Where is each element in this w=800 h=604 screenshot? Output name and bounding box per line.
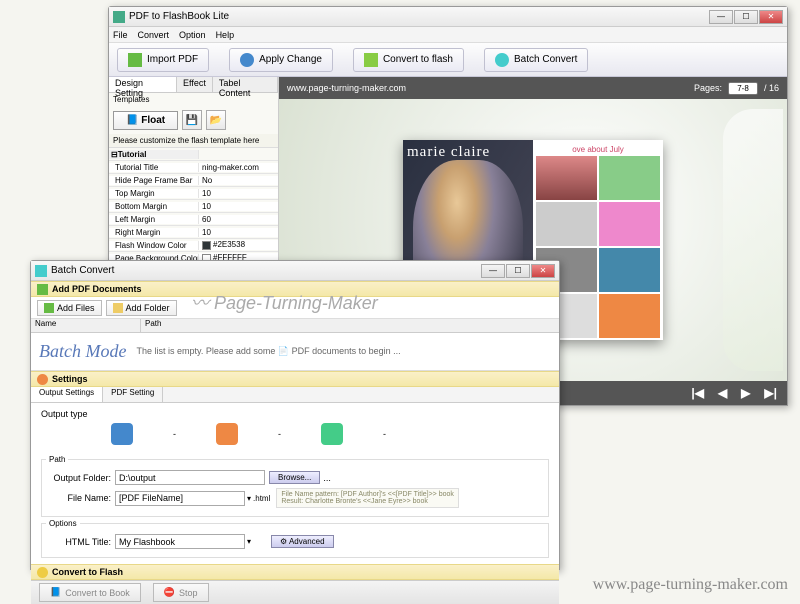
minimize-button[interactable]: —: [709, 10, 733, 24]
file-list-body: Batch Mode The list is empty. Please add…: [31, 333, 559, 371]
batch-minimize-button[interactable]: —: [481, 264, 505, 278]
gear-icon: [37, 374, 48, 385]
file-name-label: File Name:: [46, 493, 111, 503]
html-title-label: HTML Title:: [46, 537, 111, 547]
batch-title: Batch Convert: [51, 265, 114, 276]
first-page-button[interactable]: |◀: [691, 386, 704, 400]
app-icon: [113, 11, 125, 23]
add-folder-icon: [113, 303, 123, 313]
property-row[interactable]: Left Margin60: [109, 213, 278, 226]
window-title: PDF to FlashBook Lite: [129, 11, 229, 22]
batch-icon: [495, 53, 509, 67]
path-fieldset: Path Output Folder: Browse...... File Na…: [41, 455, 549, 517]
menu-help[interactable]: Help: [216, 30, 235, 40]
next-page-button[interactable]: ▶: [741, 386, 750, 400]
file-name-input[interactable]: [115, 491, 245, 506]
add-folder-button[interactable]: Add Folder: [106, 300, 177, 316]
settings-section: Settings: [31, 371, 559, 387]
menu-option[interactable]: Option: [179, 30, 206, 40]
last-page-button[interactable]: ▶|: [764, 386, 777, 400]
tab-effect[interactable]: Effect: [177, 77, 213, 92]
magazine-right-headline: ove about July: [536, 145, 660, 154]
template-row: 📘 Float 💾 📂: [109, 106, 278, 134]
property-row[interactable]: Flash Window Color#2E3538: [109, 239, 278, 252]
import-icon: [128, 53, 142, 67]
apply-change-button[interactable]: Apply Change: [229, 48, 333, 72]
menubar: File Convert Option Help: [109, 27, 787, 43]
footer-url: www.page-turning-maker.com: [593, 576, 788, 594]
convert-row: 📘 Convert to Book ⛔ Stop: [31, 580, 559, 604]
add-docs-section: Add PDF Documents: [31, 281, 559, 297]
convert-icon: [37, 567, 48, 578]
file-list-header: Name Path: [31, 319, 559, 333]
output-type-row: - - -: [41, 419, 549, 453]
settings-body: Output type - - - Path Output Folder: Br…: [31, 403, 559, 564]
menu-convert[interactable]: Convert: [138, 30, 170, 40]
page-total: / 16: [764, 83, 779, 93]
output-folder-input[interactable]: [115, 470, 265, 485]
property-row[interactable]: Hide Page Frame BarNo: [109, 174, 278, 187]
tab-pdf-setting[interactable]: PDF Setting: [103, 387, 163, 402]
refresh-icon: [240, 53, 254, 67]
property-row[interactable]: Bottom Margin10: [109, 200, 278, 213]
output-type-label: Output type: [41, 409, 549, 419]
add-row: Add Files Add Folder 〰 Page-Turning-Make…: [31, 297, 559, 319]
browse-button[interactable]: Browse...: [269, 471, 320, 484]
file-ext: .html: [253, 494, 270, 503]
tab-table-content[interactable]: Tabel Content: [213, 77, 278, 92]
flower-decoration: [723, 109, 783, 371]
batch-app-icon: [35, 265, 47, 277]
prev-page-button[interactable]: ◀: [718, 386, 727, 400]
convert-section: Convert to Flash: [31, 564, 559, 580]
menu-file[interactable]: File: [113, 30, 128, 40]
batch-titlebar: Batch Convert — ☐ ✕: [31, 261, 559, 281]
html-title-input[interactable]: [115, 534, 245, 549]
close-button[interactable]: ✕: [759, 10, 783, 24]
tab-design-setting[interactable]: Design Setting: [109, 77, 177, 92]
batch-maximize-button[interactable]: ☐: [506, 264, 530, 278]
options-fieldset: Options HTML Title: ▾ ⚙ Advanced: [41, 519, 549, 558]
add-files-button[interactable]: Add Files: [37, 300, 102, 316]
pages-label: Pages:: [694, 83, 722, 93]
tab-output-settings[interactable]: Output Settings: [31, 387, 103, 402]
col-name[interactable]: Name: [31, 319, 141, 332]
output-exe-icon[interactable]: [321, 423, 343, 445]
output-tabs: Output Settings PDF Setting: [31, 387, 559, 403]
preview-header: www.page-turning-maker.com Pages: / 16: [279, 77, 787, 99]
output-zip-icon[interactable]: [216, 423, 238, 445]
batch-mode-label: Batch Mode: [39, 341, 126, 362]
side-tabs: Design Setting Effect Tabel Content: [109, 77, 278, 93]
property-row[interactable]: Right Margin10: [109, 226, 278, 239]
flash-icon: [364, 53, 378, 67]
property-row[interactable]: Tutorial Titlening-maker.com: [109, 161, 278, 174]
batch-close-button[interactable]: ✕: [531, 264, 555, 278]
empty-list-msg: The list is empty. Please add some 📄 PDF…: [136, 346, 400, 357]
filename-hint: File Name pattern: [PDF Author]'s <<[PDF…: [276, 488, 459, 508]
col-path[interactable]: Path: [141, 319, 161, 332]
preview-url: www.page-turning-maker.com: [287, 83, 406, 93]
convert-to-book-button[interactable]: 📘 Convert to Book: [39, 583, 141, 602]
output-folder-label: Output Folder:: [46, 473, 111, 483]
property-row[interactable]: Top Margin10: [109, 187, 278, 200]
maximize-button[interactable]: ☐: [734, 10, 758, 24]
property-row[interactable]: ⊟Tutorial: [109, 148, 278, 161]
float-template-button[interactable]: 📘 Float: [113, 111, 178, 130]
batch-window: Batch Convert — ☐ ✕ Add PDF Documents Ad…: [30, 260, 560, 570]
convert-to-flash-button[interactable]: Convert to flash: [353, 48, 464, 72]
customize-note: Please customize the flash template here: [109, 134, 278, 148]
add-icon: [37, 284, 48, 295]
save-template-button[interactable]: 💾: [182, 110, 202, 130]
main-titlebar: PDF to FlashBook Lite — ☐ ✕: [109, 7, 787, 27]
stop-button[interactable]: ⛔ Stop: [153, 583, 209, 602]
advanced-button[interactable]: ⚙ Advanced: [271, 535, 334, 548]
batch-convert-button[interactable]: Batch Convert: [484, 48, 588, 72]
templates-label: Templates: [109, 93, 278, 106]
main-toolbar: Import PDF Apply Change Convert to flash…: [109, 43, 787, 77]
output-html-icon[interactable]: [111, 423, 133, 445]
add-files-icon: [44, 303, 54, 313]
import-pdf-button[interactable]: Import PDF: [117, 48, 209, 72]
page-input[interactable]: [728, 82, 758, 95]
open-template-button[interactable]: 📂: [206, 110, 226, 130]
